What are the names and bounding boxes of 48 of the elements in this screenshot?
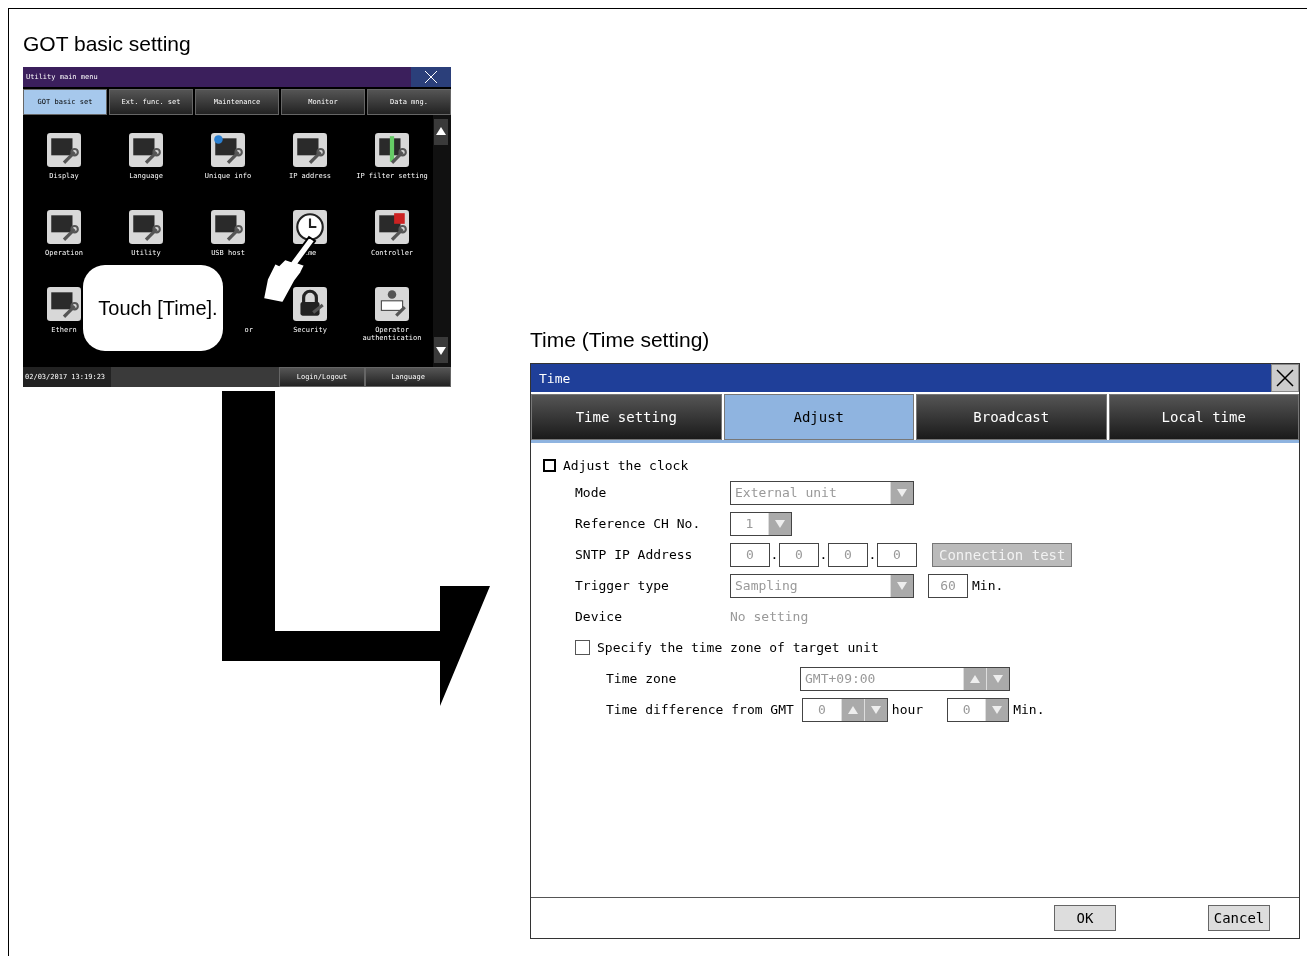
- callout-bubble: Touch [Time].: [83, 265, 223, 351]
- ip-separator: .: [868, 547, 877, 562]
- dialog-tab[interactable]: Local time: [1108, 394, 1299, 440]
- device-value: No setting: [730, 609, 809, 624]
- close-button[interactable]: [1271, 364, 1299, 392]
- unit-label: Min.: [1013, 702, 1045, 717]
- monitor-wrench-icon[interactable]: [375, 133, 409, 167]
- field-label: SNTP IP Address: [575, 547, 694, 562]
- section-heading: GOT basic setting: [23, 31, 192, 57]
- dialog-tab[interactable]: Broadcast: [916, 394, 1107, 440]
- scroll-down-icon[interactable]: [434, 337, 448, 363]
- checkbox-label[interactable]: Adjust the clock: [563, 457, 689, 473]
- monitor-wrench-icon[interactable]: [211, 210, 245, 244]
- field-label: Time zone: [606, 671, 678, 686]
- checkbox-label[interactable]: Specify the time zone of target unit: [597, 640, 879, 655]
- window-title: Time: [539, 370, 571, 386]
- section-heading: Time (Time setting): [530, 327, 711, 353]
- dialog-tab[interactable]: Time setting: [531, 394, 722, 440]
- checkbox[interactable]: [543, 458, 556, 472]
- padlock-wrench-icon[interactable]: [293, 287, 327, 321]
- monitor-wrench-icon[interactable]: [47, 133, 81, 167]
- monitor-wrench-icon[interactable]: [47, 287, 81, 321]
- checkbox[interactable]: [575, 640, 590, 655]
- monitor-wrench-icon[interactable]: [129, 133, 163, 167]
- unit-label: Min.: [972, 578, 1004, 593]
- scroll-up-icon[interactable]: [434, 119, 448, 145]
- monitor-wrench-icon[interactable]: [375, 210, 409, 244]
- monitor-wrench-icon[interactable]: [293, 133, 327, 167]
- caret-icon: [890, 481, 913, 504]
- field-label: Trigger type: [575, 578, 670, 593]
- dialog-button[interactable]: Cancel: [1208, 905, 1270, 931]
- unit-label: hour: [891, 702, 924, 717]
- dialog-button[interactable]: OK: [1054, 905, 1116, 931]
- field-label: Mode: [575, 485, 608, 500]
- ip-separator: .: [819, 547, 828, 562]
- caret-icon: [890, 574, 913, 597]
- dialog-tab[interactable]: Adjust: [723, 394, 914, 440]
- monitor-wrench-icon[interactable]: [129, 210, 163, 244]
- monitor-wrench-icon[interactable]: [211, 133, 245, 167]
- person-wrench-icon[interactable]: [375, 287, 409, 321]
- clock-icon[interactable]: [293, 210, 327, 244]
- close-button[interactable]: [411, 67, 451, 87]
- ip-separator: .: [770, 547, 779, 562]
- monitor-wrench-icon[interactable]: [47, 210, 81, 244]
- field-label: Device: [575, 609, 623, 624]
- caret-icon: [768, 512, 791, 535]
- field-label: Reference CH No.: [575, 516, 702, 531]
- field-label: Time difference from GMT: [606, 702, 794, 717]
